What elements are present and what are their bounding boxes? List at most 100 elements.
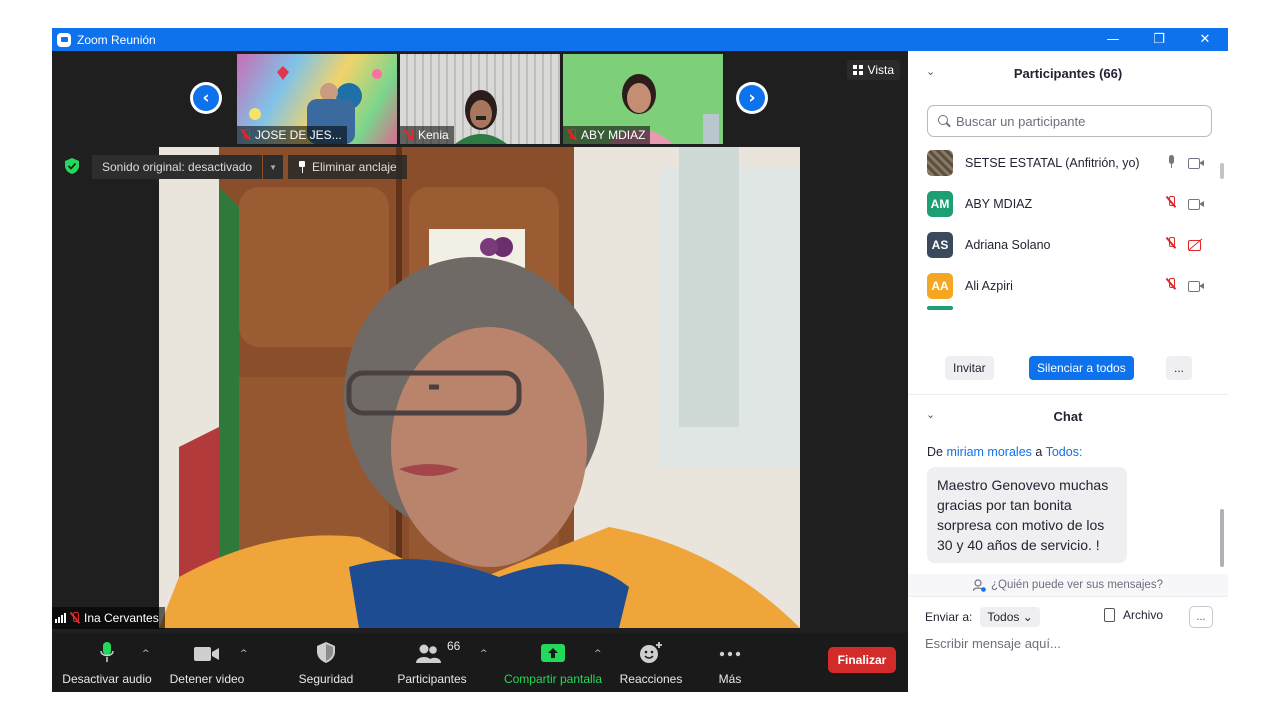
share-options-caret[interactable]: ^: [594, 649, 602, 659]
file-icon: [1104, 608, 1115, 622]
to-prefix: a: [1035, 445, 1043, 459]
participant-row[interactable]: AM ABY MDIAZ: [908, 183, 1218, 224]
sender-name[interactable]: miriam morales: [946, 445, 1031, 459]
microphone-muted-icon[interactable]: [1166, 196, 1176, 211]
send-to-dropdown[interactable]: Todos ⌄: [980, 607, 1040, 627]
microphone-muted-icon: [241, 129, 251, 141]
participants-header: ⌄ Participantes (66): [908, 51, 1228, 95]
search-placeholder: Buscar un participante: [956, 113, 1086, 129]
security-label: Seguridad: [298, 672, 354, 686]
participant-row[interactable]: SETSE ESTATAL (Anfitrión, yo): [908, 142, 1218, 183]
message-visibility-info[interactable]: ¿Quién puede ver sus mensajes?: [908, 574, 1228, 596]
security-shield-icon: [317, 642, 335, 663]
panel-divider: [908, 596, 1228, 597]
next-page-button[interactable]: ›: [736, 82, 768, 114]
stop-video-button[interactable]: Detener video: [167, 633, 247, 692]
video-camera-off-icon[interactable]: [1188, 239, 1205, 254]
file-label: Archivo: [1123, 608, 1164, 622]
participant-thumbnail[interactable]: ABY MDIAZ: [563, 54, 723, 144]
participants-title: Participantes (66): [1013, 65, 1123, 81]
video-stage: ‹ JOSE DE JES... Kenia ABY MDIAZ › Vista…: [52, 51, 908, 692]
participants-scrollbar[interactable]: [1220, 163, 1224, 179]
participants-options-caret[interactable]: ^: [480, 649, 488, 659]
original-sound-button[interactable]: Sonido original: desactivado: [92, 155, 263, 179]
video-camera-icon[interactable]: [1188, 157, 1204, 171]
microphone-icon: [100, 642, 114, 662]
participants-count: 66: [447, 639, 461, 653]
video-camera-icon[interactable]: [1188, 280, 1204, 294]
microphone-muted-icon: [70, 612, 80, 624]
chevron-down-icon[interactable]: ⌄: [926, 408, 935, 421]
mute-all-button[interactable]: Silenciar a todos: [1029, 356, 1134, 380]
send-to-value: Todos: [987, 610, 1020, 624]
more-dots-icon: [719, 651, 741, 657]
zoom-logo-icon: [57, 32, 71, 47]
participant-row[interactable]: AA Ali Azpiri: [908, 265, 1218, 306]
chat-message-sender: De miriam morales a Todos:: [927, 445, 1082, 459]
participant-actions: Invitar Silenciar a todos ...: [908, 356, 1228, 382]
participant-thumbnail[interactable]: JOSE DE JES...: [237, 54, 397, 144]
restore-button[interactable]: ❐: [1136, 28, 1182, 51]
mute-audio-button[interactable]: Desactivar audio: [62, 633, 152, 692]
participants-more-button[interactable]: ...: [1166, 356, 1193, 380]
video-camera-icon[interactable]: [1188, 198, 1204, 212]
microphone-muted-icon[interactable]: [1166, 278, 1176, 293]
participants-list: SETSE ESTATAL (Anfitrión, yo) AM ABY MDI…: [908, 142, 1228, 310]
more-button[interactable]: Más: [710, 633, 750, 692]
close-button[interactable]: ✕: [1182, 28, 1228, 51]
microphone-muted-icon[interactable]: [1166, 237, 1176, 252]
window-controls: — ❐ ✕: [1090, 28, 1228, 51]
speaker-name-tag: Ina Cervantes: [52, 607, 165, 629]
invite-button[interactable]: Invitar: [945, 356, 994, 380]
encryption-shield-icon[interactable]: [65, 158, 79, 174]
end-meeting-button[interactable]: Finalizar: [828, 647, 896, 673]
audio-options-caret[interactable]: ^: [142, 649, 150, 659]
participant-row[interactable]: AS Adriana Solano: [908, 224, 1218, 265]
reactions-emoji-icon: [640, 642, 662, 663]
participant-name: ABY MDIAZ: [965, 196, 1033, 211]
participants-icon: [416, 644, 441, 663]
original-sound-dropdown[interactable]: ▼: [263, 155, 284, 179]
avatar: [927, 306, 953, 310]
chevron-right-icon: ›: [739, 85, 765, 111]
reactions-label: Reacciones: [619, 672, 683, 686]
search-icon: [938, 115, 950, 127]
thumbnail-name: JOSE DE JES...: [255, 128, 342, 142]
speaker-video-image: [159, 147, 800, 628]
unpin-button[interactable]: Eliminar anclaje: [288, 155, 407, 179]
participant-thumbnail[interactable]: Kenia: [400, 54, 560, 144]
send-to-selector: Enviar a: Todos ⌄: [925, 606, 1040, 628]
microphone-icon[interactable]: [1166, 155, 1176, 171]
stop-video-label: Detener video: [169, 672, 245, 686]
send-to-label: Enviar a:: [925, 610, 973, 624]
chat-scrollbar[interactable]: [1220, 509, 1224, 567]
active-speaker-video[interactable]: [159, 147, 800, 628]
chat-more-button[interactable]: ...: [1189, 606, 1213, 628]
thumbnail-name-tag: ABY MDIAZ: [563, 126, 651, 144]
zoom-window: Zoom Reunión — ❐ ✕ ‹ JOSE DE JES... Keni…: [52, 28, 1228, 692]
connection-signal-icon: [55, 613, 66, 623]
minimize-button[interactable]: —: [1090, 28, 1136, 51]
thumbnail-name-tag: JOSE DE JES...: [237, 126, 347, 144]
participant-search-input[interactable]: Buscar un participante: [927, 105, 1212, 137]
reactions-button[interactable]: Reacciones: [617, 633, 685, 692]
video-options-caret[interactable]: ^: [240, 649, 248, 659]
security-button[interactable]: Seguridad: [292, 633, 360, 692]
window-title: Zoom Reunión: [77, 32, 156, 47]
file-button[interactable]: Archivo: [1104, 608, 1163, 622]
avatar: AM: [927, 190, 953, 217]
chevron-left-icon: ‹: [193, 85, 219, 111]
chat-message-input[interactable]: Escribir mensaje aquí...: [925, 636, 1061, 651]
participant-name: Ali Azpiri: [965, 278, 1013, 293]
view-button[interactable]: Vista: [846, 60, 900, 80]
microphone-muted-icon: [404, 129, 414, 141]
chevron-down-icon[interactable]: ⌄: [926, 65, 935, 78]
chevron-down-icon: ⌄: [1022, 610, 1033, 624]
previous-page-button[interactable]: ‹: [190, 82, 222, 114]
share-screen-button[interactable]: Compartir pantalla: [502, 633, 604, 692]
side-panel: ⌄ Participantes (66) Buscar un participa…: [908, 51, 1228, 692]
recipient-name: Todos:: [1045, 445, 1083, 459]
participants-button[interactable]: 66 Participantes: [392, 633, 472, 692]
pin-icon: [298, 161, 306, 173]
chat-header: ⌄ Chat: [908, 394, 1228, 438]
